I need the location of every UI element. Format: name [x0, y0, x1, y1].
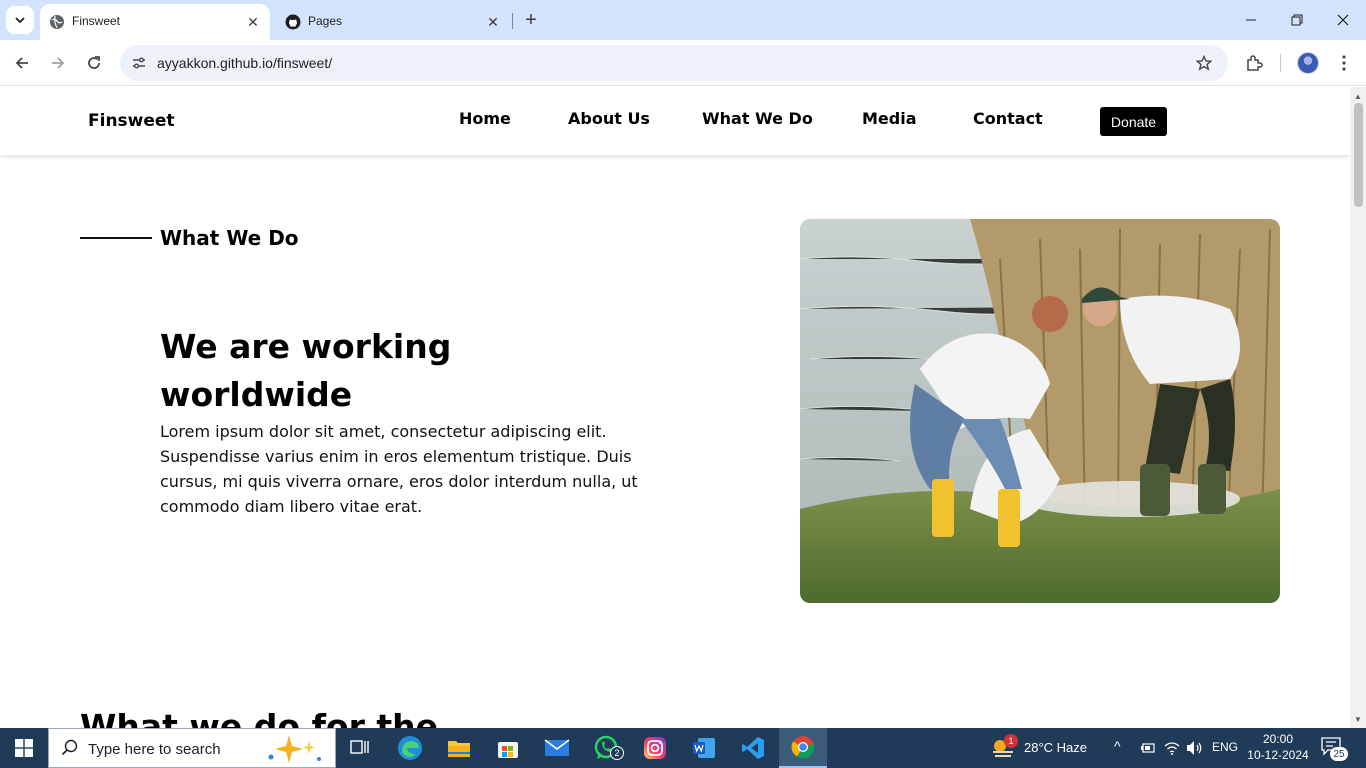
restore-icon[interactable] [1274, 0, 1320, 40]
new-tab-icon[interactable]: + [520, 9, 542, 31]
vscode-icon[interactable] [729, 728, 777, 768]
browser-tab-bar: Finsweet ✕ Pages ✕ + [0, 0, 1366, 40]
forward-icon[interactable] [44, 49, 72, 77]
tab-divider [512, 13, 513, 29]
task-view-icon[interactable] [336, 728, 384, 768]
language-indicator[interactable]: ENG [1212, 740, 1238, 754]
notifications-icon[interactable]: 25 [1320, 736, 1356, 762]
close-tab-icon[interactable]: ✕ [244, 13, 262, 31]
browser-toolbar: ayyakkon.github.io/finsweet/ [0, 40, 1366, 86]
notification-count: 25 [1330, 747, 1348, 761]
nav-contact[interactable]: Contact [973, 109, 1043, 128]
github-icon [285, 14, 301, 30]
windows-taskbar: Type here to search 2 1 28°C Haze ^ ENG … [0, 728, 1366, 768]
volunteers-photo [800, 219, 1280, 603]
web-page: Finsweet Home About Us What We Do Media … [0, 87, 1350, 728]
word-icon[interactable] [680, 728, 728, 768]
close-tab-icon[interactable]: ✕ [484, 13, 502, 31]
scrollbar-thumb[interactable] [1354, 103, 1363, 207]
nav-media[interactable]: Media [862, 109, 917, 128]
clock[interactable]: 20:00 10-12-2024 [1246, 731, 1310, 763]
nav-what-we-do[interactable]: What We Do [702, 109, 813, 128]
chevron-down-icon [15, 17, 25, 24]
section-eyebrow: What We Do [160, 226, 299, 250]
site-navbar: Finsweet Home About Us What We Do Media … [0, 87, 1350, 155]
file-explorer-icon[interactable] [435, 728, 483, 768]
address-bar[interactable]: ayyakkon.github.io/finsweet/ [120, 45, 1228, 81]
hero-headline-line2: worldwide [160, 375, 353, 414]
hero-headline-line1: We are working [160, 327, 452, 366]
url-text: ayyakkon.github.io/finsweet/ [157, 55, 333, 71]
extensions-icon[interactable] [1240, 49, 1268, 77]
sparkle-icon [268, 735, 321, 763]
windows-start-icon[interactable] [0, 728, 48, 768]
store-icon[interactable] [484, 728, 532, 768]
globe-icon [49, 14, 65, 30]
battery-icon[interactable] [1139, 741, 1155, 755]
close-window-icon[interactable] [1320, 0, 1366, 40]
scroll-down-arrow-icon[interactable]: ▼ [1353, 714, 1363, 724]
reload-icon[interactable] [80, 49, 108, 77]
taskbar-search-box[interactable]: Type here to search [48, 728, 336, 768]
tab-finsweet[interactable]: Finsweet ✕ [40, 4, 270, 40]
toolbar-divider [1280, 54, 1281, 72]
bookmark-star-icon[interactable] [1194, 53, 1214, 73]
tab-pages[interactable]: Pages ✕ [276, 4, 510, 40]
nav-home[interactable]: Home [459, 109, 511, 128]
tab-title: Pages [308, 14, 343, 28]
weather-badge: 1 [1004, 734, 1018, 748]
whatsapp-badge: 2 [610, 746, 624, 760]
search-icon [61, 739, 78, 756]
search-placeholder: Type here to search [88, 741, 221, 758]
section-heading: What we do for the [80, 707, 439, 728]
minimize-icon[interactable] [1228, 0, 1274, 40]
site-info-icon[interactable] [130, 54, 148, 72]
tab-title: Finsweet [72, 14, 121, 28]
edge-icon[interactable] [386, 728, 434, 768]
menu-kebab-icon[interactable] [1330, 49, 1358, 77]
hero-body-text: Lorem ipsum dolor sit amet, consectetur … [160, 422, 638, 516]
clock-date: 10-12-2024 [1247, 748, 1309, 762]
weather-text[interactable]: 28°C Haze [1024, 740, 1087, 755]
page-scrollbar[interactable]: ▲ ▼ [1350, 87, 1366, 728]
site-logo[interactable]: Finsweet [88, 111, 175, 131]
back-icon[interactable] [8, 49, 36, 77]
eyebrow-line [80, 237, 152, 239]
scroll-up-arrow-icon[interactable]: ▲ [1353, 91, 1363, 101]
wifi-icon[interactable] [1164, 741, 1180, 755]
clock-time: 20:00 [1262, 732, 1294, 746]
tab-search-button[interactable] [6, 6, 34, 34]
nav-about-us[interactable]: About Us [568, 109, 650, 128]
chrome-icon[interactable] [779, 728, 827, 768]
profile-avatar[interactable] [1297, 52, 1319, 74]
whatsapp-icon[interactable]: 2 [582, 728, 630, 768]
weather-icon[interactable]: 1 [990, 734, 1018, 760]
donate-button[interactable]: Donate [1100, 107, 1167, 136]
instagram-icon[interactable] [631, 728, 679, 768]
chevron-up-icon[interactable]: ^ [1114, 738, 1121, 754]
hero-headline: We are working worldwide [160, 323, 580, 419]
mail-icon[interactable] [533, 728, 581, 768]
volume-icon[interactable] [1186, 740, 1204, 756]
